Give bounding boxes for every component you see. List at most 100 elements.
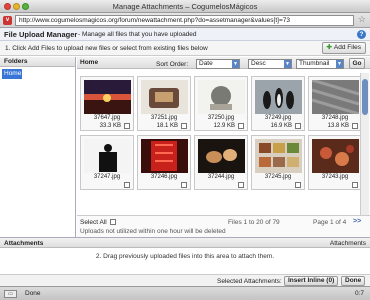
sort-by-select[interactable]: Date ▼ [196,59,240,69]
window-title: Manage Attachments – CogumelosMágicos [112,2,258,11]
folder-item-home[interactable]: Home [2,69,22,79]
sort-direction-select[interactable]: Desc ▼ [248,59,292,69]
thumbnail-filesize: 33.3 KB [99,123,121,129]
thumbnail-checkbox[interactable] [124,123,130,129]
manager-title: File Upload Manager [4,30,78,39]
status-page-icon: ▭ [4,290,17,298]
thumbnail-checkbox[interactable] [124,182,130,188]
thumbnail-filename: 37243.jpg [321,174,349,180]
select-all-checkbox[interactable] [109,219,116,225]
thumbnail-item[interactable]: 37247.jpg [80,135,134,190]
sort-direction-value: Desc [251,60,266,67]
thumbnail-item[interactable]: 37244.jpg [194,135,248,190]
insert-inline-button[interactable]: Insert Inline (0) [284,276,339,286]
thumbnail-item[interactable]: 37647.jpg 33.3 KB [80,76,134,131]
files-count: Files 1 to 20 of 79 [228,219,280,226]
thumbnail-item[interactable]: 37245.jpg [251,135,305,190]
instruction-bar: 1. Click Add Files to upload new files o… [0,41,370,56]
upload-expiry-note: Uploads not utilized within one hour wil… [80,228,226,235]
thumbnail-filesize: 13.8 KB [327,123,349,129]
attachments-drag-instruction: 2. Drag previously uploaded files into t… [95,253,275,260]
manager-header: File Upload Manager - Manage all files t… [0,28,370,41]
thumbnail-image [312,80,359,114]
thumbnail-filename: 37251.jpg [150,115,178,121]
manager-subtitle: - Manage all files that you have uploade… [78,30,197,38]
thumbnail-filename: 37250.jpg [207,115,235,121]
thumbnail-checkbox[interactable] [295,123,301,129]
add-icon: ✚ [326,44,332,51]
thumbnail-filesize: 12.9 KB [213,123,235,129]
next-page-button[interactable]: >> [353,218,361,225]
thumbnail-image [198,80,245,114]
file-upload-manager: File Upload Manager - Manage all files t… [0,28,370,286]
instruction-text: 1. Click Add Files to upload new files o… [5,45,208,52]
status-right-text: 0:7 [354,290,364,297]
thumbnail-image [84,80,131,114]
thumbnail-checkbox[interactable] [238,182,244,188]
thumbnail-filename: 37248.jpg [321,115,349,121]
browser-status-bar: ▭ Done 0:7 [0,286,370,300]
thumbnail-checkbox[interactable] [295,182,301,188]
thumbnail-image [255,139,302,173]
url-field[interactable]: http://www.cogumelosmagicos.org/forum/ne… [15,15,354,26]
chevron-down-icon: ▼ [284,60,291,68]
attachments-right-label: Attachments [329,239,366,247]
select-all[interactable]: Select All [80,219,116,226]
thumbnail-image [141,80,188,114]
add-files-label: Add Files [333,44,361,51]
thumbnail-checkbox[interactable] [352,123,358,129]
thumbnail-filename: 37244.jpg [207,174,235,180]
thumbnail-item[interactable]: 37246.jpg [137,135,191,190]
site-favicon-icon: v [3,16,12,25]
thumbnail-image [255,80,302,114]
thumbnail-item[interactable]: 37249.jpg 16.9 KB [251,76,305,131]
current-folder-path: Home [80,59,99,66]
thumbnail-scrollbar[interactable] [360,73,369,215]
url-bar: v http://www.cogumelosmagicos.org/forum/… [0,13,370,28]
sort-order-label: Sort Order: [156,61,189,68]
chevron-down-icon: ▼ [336,60,343,68]
thumbnail-item[interactable]: 37250.jpg 12.9 KB [194,76,248,131]
attachments-drop-area[interactable]: 2. Drag previously uploaded files into t… [0,248,370,274]
thumbnail-image [141,139,188,173]
thumbnail-image [312,139,359,173]
thumbnail-filename: 37246.jpg [150,174,178,180]
thumbnail-item[interactable]: 37243.jpg [308,135,362,190]
thumbnail-checkbox[interactable] [181,123,187,129]
thumbnail-grid: 37647.jpg 33.3 KB 37251.jpg 18.1 KB 3725… [77,73,362,215]
sort-by-value: Date [199,60,213,67]
chevron-down-icon: ▼ [232,60,239,68]
thumbnail-image [198,139,245,173]
thumbnail-item[interactable]: 37251.jpg 18.1 KB [137,76,191,131]
bookmark-star-icon[interactable]: ☆ [358,14,366,25]
view-mode-select[interactable]: Thumbnail ▼ [296,59,344,69]
selected-attachments-label: Selected Attachments: [217,278,282,285]
folders-header: Folders [0,57,75,67]
attachments-title: Attachments [4,239,44,247]
done-button[interactable]: Done [341,276,366,286]
go-button[interactable]: Go [349,58,365,69]
thumbnail-image [84,139,131,173]
folders-panel: Folders Home [0,57,76,237]
scrollbar-thumb[interactable] [362,79,368,115]
thumbnail-filesize: 16.9 KB [270,123,292,129]
thumbnail-filename: 37247.jpg [93,174,121,180]
files-footer: Select All Files 1 to 20 of 79 Page 1 of… [77,215,370,237]
files-panel: Home Sort Order: Date ▼ Desc ▼ Thumbnail… [77,57,370,237]
window-titlebar: Manage Attachments – CogumelosMágicos [0,0,370,13]
thumbnail-item[interactable]: 37248.jpg 13.8 KB [308,76,362,131]
add-files-button[interactable]: ✚ Add Files [322,42,366,54]
page-info: Page 1 of 4 [313,219,347,226]
view-mode-value: Thumbnail [299,60,330,67]
help-icon[interactable]: ? [357,30,366,39]
thumbnail-filesize: 18.1 KB [156,123,178,129]
attachments-header: Attachments Attachments [0,237,370,248]
thumbnail-checkbox[interactable] [238,123,244,129]
thumbnail-checkbox[interactable] [181,182,187,188]
thumbnail-checkbox[interactable] [352,182,358,188]
files-toolbar: Home Sort Order: Date ▼ Desc ▼ Thumbnail… [77,57,370,69]
thumbnail-filename: 37249.jpg [264,115,292,121]
select-all-label: Select All [80,219,107,226]
attachments-actions: Selected Attachments: Insert Inline (0) … [0,274,370,286]
status-text: Done [25,290,41,297]
